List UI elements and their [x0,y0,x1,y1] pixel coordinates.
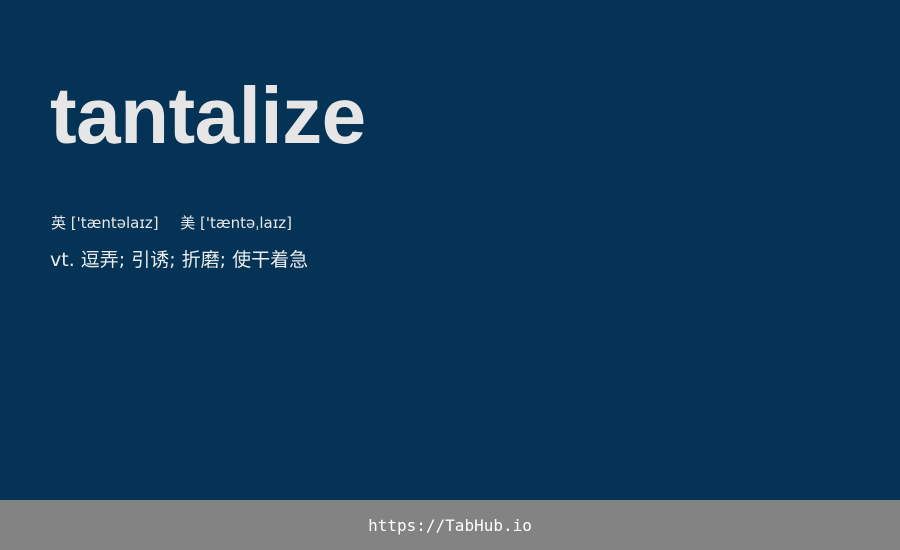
word-card: tantalize 英 ['tæntəlaɪz] 美 ['tæntəˌlaɪz]… [0,0,900,500]
part-of-speech: vt. [50,249,75,271]
phonetics-row: 英 ['tæntəlaɪz] 美 ['tæntəˌlaɪz] [51,212,292,234]
us-phonetic: ['tæntəˌlaɪz] [200,214,293,232]
footer-bar: https://TabHub.io [0,500,900,550]
us-phonetic-label: 美 [180,214,196,232]
meaning: 逗弄; 引诱; 折磨; 使干着急 [80,249,309,271]
uk-phonetic: ['tæntəlaɪz] [70,214,159,232]
definition: vt. 逗弄; 引诱; 折磨; 使干着急 [50,246,308,274]
uk-phonetic-label: 英 [51,214,67,232]
vocabulary-word: tantalize [50,71,366,160]
tabhub-link[interactable]: https://TabHub.io [368,516,532,535]
